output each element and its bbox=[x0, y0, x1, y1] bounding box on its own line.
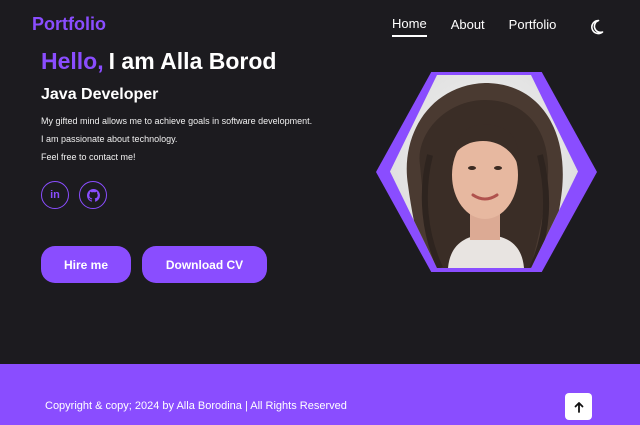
hire-me-button[interactable]: Hire me bbox=[41, 246, 131, 283]
footer: Copyright & copy; 2024 by Alla Borodina … bbox=[0, 364, 640, 425]
social-links: in bbox=[41, 181, 117, 209]
copyright-text: Copyright & copy; 2024 by Alla Borodina … bbox=[45, 400, 347, 412]
download-cv-button[interactable]: Download CV bbox=[142, 246, 267, 283]
linkedin-icon[interactable]: in bbox=[41, 181, 69, 209]
bio: My gifted mind allows me to achieve goal… bbox=[41, 112, 312, 166]
moon-icon[interactable] bbox=[588, 19, 604, 35]
name-text: I am Alla Borod bbox=[108, 48, 277, 74]
job-title: Java Developer bbox=[41, 86, 159, 103]
github-icon[interactable] bbox=[79, 181, 107, 209]
arrow-up-icon[interactable] bbox=[565, 393, 592, 420]
bio-line: Feel free to contact me! bbox=[41, 152, 136, 162]
hero-title: Hello, I am Alla Borod bbox=[41, 48, 276, 75]
hello-text: Hello, bbox=[41, 48, 104, 74]
nav-home[interactable]: Home bbox=[392, 16, 427, 37]
bio-line: I am passionate about technology. bbox=[41, 134, 178, 144]
linkedin-glyph: in bbox=[50, 189, 60, 201]
nav-about[interactable]: About bbox=[451, 17, 485, 36]
nav-portfolio[interactable]: Portfolio bbox=[509, 17, 557, 36]
bio-line: My gifted mind allows me to achieve goal… bbox=[41, 116, 313, 126]
main-nav: Home About Portfolio bbox=[392, 16, 604, 37]
hero-buttons: Hire me Download CV bbox=[41, 246, 278, 283]
site-logo[interactable]: Portfolio bbox=[32, 14, 106, 35]
